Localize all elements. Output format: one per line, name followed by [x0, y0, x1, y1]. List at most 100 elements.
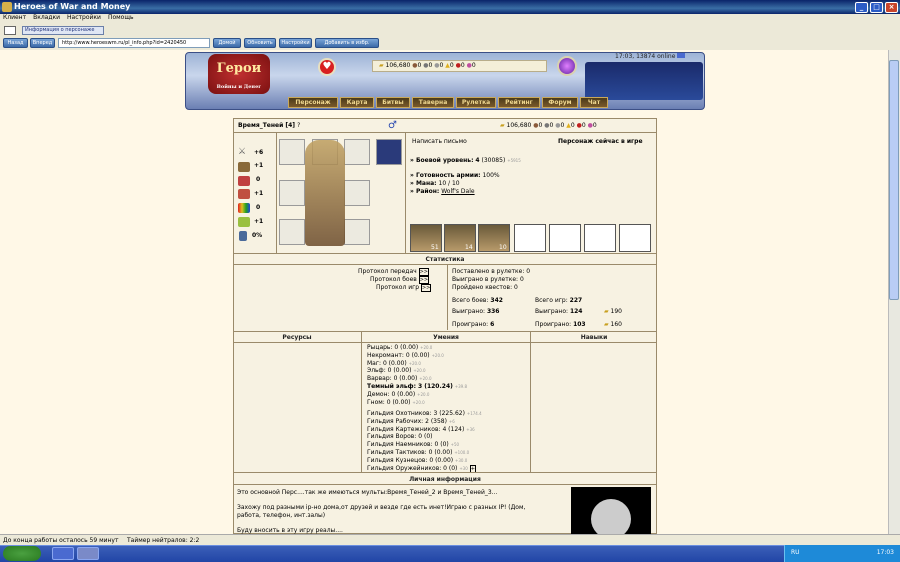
header-mercury: 0: [439, 62, 444, 69]
army-count: 14: [465, 244, 473, 251]
close-button[interactable]: ×: [885, 2, 898, 13]
gold-won: ▰ 190: [604, 308, 622, 315]
menu-settings[interactable]: Настройки: [67, 14, 101, 21]
slot-weapon[interactable]: [279, 219, 305, 245]
player-name[interactable]: Время_Теней [4] ?: [238, 122, 300, 129]
games-total: Всего игр: 227: [535, 297, 583, 304]
protocol-battles-link[interactable]: Протокол боев >>: [370, 276, 430, 284]
nav-roulette[interactable]: Рулетка: [456, 97, 496, 108]
district: » Район: Wolf's Dale: [410, 188, 475, 195]
header-ore: 0: [428, 62, 433, 69]
stat-morale: +1: [254, 218, 264, 225]
write-letter-link[interactable]: Написать письмо: [412, 138, 467, 145]
slot-amulet[interactable]: [344, 139, 370, 165]
site-logo[interactable]: Герои Войны и Денег: [208, 54, 270, 94]
player-crystal: 0: [581, 122, 586, 129]
skill-row: Темный эльф: 3 (120.24) +39.8: [367, 382, 468, 390]
slot-ring-2[interactable]: [344, 180, 370, 206]
add-favorite-button[interactable]: Добавить в избр.: [315, 38, 379, 48]
menu-tabs[interactable]: Вкладки: [33, 14, 60, 21]
guild-list: Гильдия Охотников: 3 (225.62) +174.4 Гил…: [367, 410, 482, 473]
protocol-transfers-link[interactable]: Протокол передач >>: [358, 268, 429, 276]
skill-row: Эльф: 0 (0.00) +20.0: [367, 367, 426, 375]
alien-head-icon: [591, 499, 631, 539]
slot-shield[interactable]: [344, 219, 370, 245]
health-heart-icon[interactable]: ♥: [318, 58, 336, 76]
scrollbar-thumb[interactable]: [889, 60, 899, 300]
statistics-title: Статистика: [425, 256, 465, 263]
url-field[interactable]: http://www.heroeswm.ru/pl_info.php?id=24…: [58, 38, 210, 48]
taskbar: [0, 545, 900, 562]
guild-row: Гильдия Картежников: 4 (124) +36: [367, 425, 475, 433]
nav-map[interactable]: Карта: [340, 97, 374, 108]
neutral-timer: Таймер нейтралов: 2:2: [127, 537, 200, 544]
language-indicator[interactable]: RU: [791, 549, 800, 556]
player-mercury: 0: [560, 122, 565, 129]
tab-player-info[interactable]: Информация о персонаже: [22, 26, 104, 35]
system-tray: RU 17:03: [784, 545, 900, 562]
window-titlebar: Heroes of War and Money _ □ ×: [0, 0, 900, 14]
army-slot[interactable]: [619, 224, 651, 252]
nav-tavern[interactable]: Таверна: [412, 97, 454, 108]
back-button[interactable]: Назад: [3, 38, 28, 48]
district-link[interactable]: Wolf's Dale: [441, 188, 474, 195]
hero-portrait[interactable]: [305, 140, 345, 246]
slot-ring[interactable]: [279, 180, 305, 206]
divider: [276, 133, 277, 253]
protocol-games-link[interactable]: Протокол игр >>: [376, 284, 432, 292]
games-lost: Проиграно: 103: [535, 321, 586, 328]
player-resources: ▰ 106,680 ●0 ●0 ●0 ▲0 ●0 ●0: [500, 122, 597, 129]
army-slot[interactable]: 14: [444, 224, 476, 252]
tray-clock: 17:03: [876, 549, 894, 556]
nav-character[interactable]: Персонаж: [288, 97, 338, 108]
server-clock: 17:03, 13874 online: [615, 53, 686, 60]
nav-forum[interactable]: Форум: [542, 97, 578, 108]
army-count: 51: [431, 244, 439, 251]
guild-row: Гильдия Наемников: 0 (0) +50: [367, 441, 460, 449]
stat-luck: 0: [256, 204, 261, 211]
spellpower-icon: [238, 176, 250, 186]
divider: [361, 332, 362, 472]
online-status: Персонаж сейчас в игре: [558, 138, 643, 145]
mana: » Мана: 10 / 10: [410, 180, 460, 187]
home-button[interactable]: Домой: [213, 38, 241, 48]
player-gold: 106,680: [506, 122, 532, 129]
forward-button[interactable]: Вперед: [30, 38, 55, 48]
minimize-button[interactable]: _: [855, 2, 868, 13]
army-slot[interactable]: [549, 224, 581, 252]
tab-bar: [0, 24, 900, 36]
menu-client[interactable]: Клиент: [3, 14, 26, 21]
army-slot[interactable]: [514, 224, 546, 252]
luck-icon: [238, 203, 250, 213]
player-sulfur: 0: [570, 122, 575, 129]
skill-row: Некромант: 0 (0.00) +20.0: [367, 351, 444, 359]
maximize-button[interactable]: □: [870, 2, 883, 13]
morale-icon: [238, 217, 250, 227]
menu-help[interactable]: Помощь: [108, 14, 134, 21]
divider: [233, 264, 657, 265]
taskbar-app-icon[interactable]: [77, 547, 99, 560]
attack-icon: ⚔: [238, 147, 247, 157]
army-slot[interactable]: 10: [478, 224, 510, 252]
online-icon: [677, 53, 686, 58]
games-won: Выиграно: 124: [535, 308, 583, 315]
slot-book[interactable]: [376, 139, 402, 165]
settings-button[interactable]: Настройки: [279, 38, 312, 48]
work-time-left: До конца работы осталось 59 минут: [3, 537, 119, 544]
start-button[interactable]: [3, 546, 41, 561]
battles-total: Всего боев: 342: [452, 297, 503, 304]
nav-rating[interactable]: Рейтинг: [498, 97, 540, 108]
refresh-button[interactable]: Обновить: [244, 38, 276, 48]
divider: [530, 332, 531, 472]
taskbar-app-icon[interactable]: [52, 547, 74, 560]
stat-attack: +6: [254, 149, 264, 156]
army-slot[interactable]: 51: [410, 224, 442, 252]
nav-battles[interactable]: Битвы: [376, 97, 410, 108]
army-slot[interactable]: [584, 224, 616, 252]
slot-helmet[interactable]: [279, 139, 305, 165]
gold-icon: ▰: [500, 122, 505, 129]
mana-orb-icon[interactable]: [557, 56, 577, 76]
info-icon[interactable]: ?: [297, 122, 300, 129]
nav-chat[interactable]: Чат: [580, 97, 608, 108]
new-tab-icon[interactable]: [4, 26, 16, 35]
